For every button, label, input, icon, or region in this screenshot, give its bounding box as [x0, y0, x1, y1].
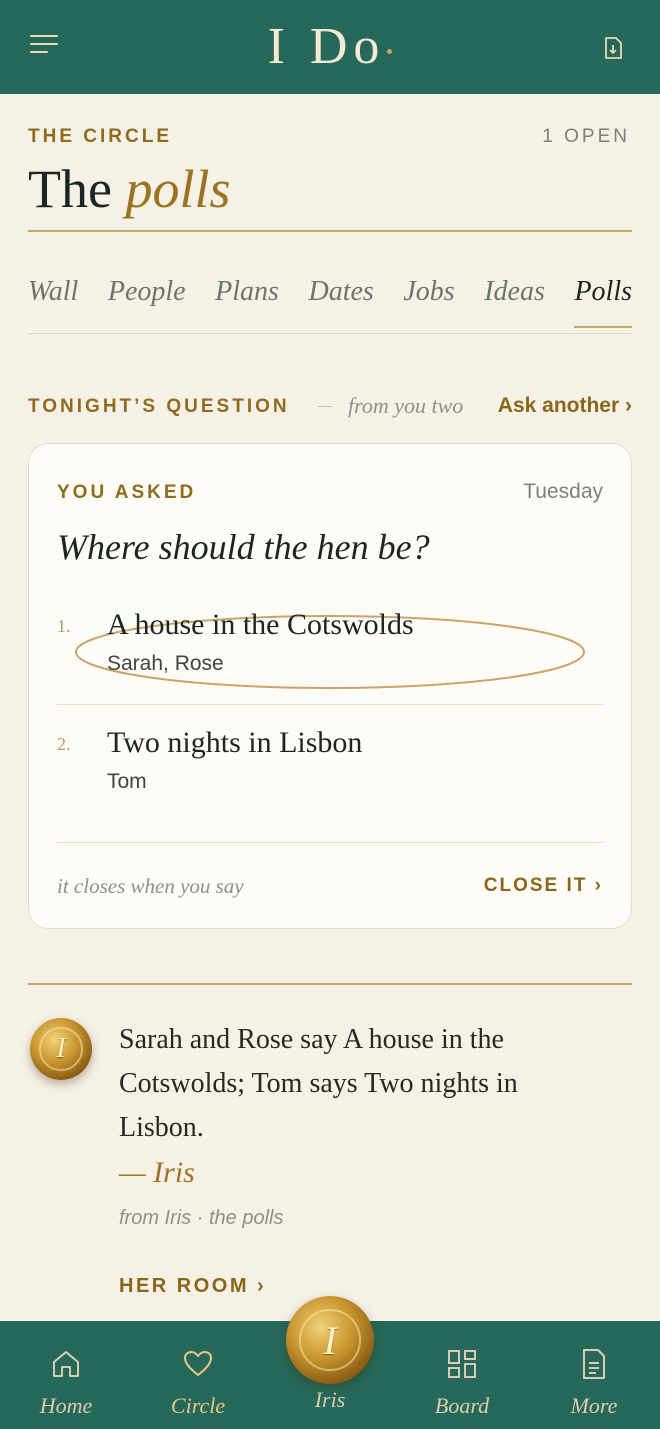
- poll-card: YOU ASKED Tuesday Where should the hen b…: [28, 443, 632, 929]
- document-icon: [583, 1349, 605, 1379]
- tab-ideas[interactable]: Ideas: [484, 276, 545, 328]
- nav-label: Home: [39, 1393, 93, 1418]
- nav-circle[interactable]: Circle: [132, 1321, 264, 1429]
- nav-home[interactable]: Home: [0, 1321, 132, 1429]
- close-poll-button[interactable]: CLOSE IT ›: [484, 875, 603, 897]
- seal-letter: I: [39, 1027, 83, 1071]
- page-title: The polls: [28, 158, 230, 220]
- tab-dates[interactable]: Dates: [308, 276, 373, 328]
- home-icon: [53, 1351, 79, 1377]
- poll-eyebrow: YOU ASKED: [57, 482, 197, 503]
- nav-label: Iris: [314, 1387, 346, 1412]
- wax-seal-icon[interactable]: I: [286, 1296, 374, 1384]
- nav-label: Board: [434, 1393, 490, 1418]
- nav-board[interactable]: Board: [396, 1321, 528, 1429]
- iris-seal-icon: I: [30, 1018, 92, 1080]
- iris-signature: — Iris: [119, 1156, 195, 1189]
- section-eyebrow: THE CIRCLE: [28, 126, 172, 147]
- her-room-link[interactable]: HER ROOM ›: [119, 1275, 266, 1298]
- tab-jobs[interactable]: Jobs: [403, 276, 454, 328]
- seal-letter: I: [299, 1309, 361, 1371]
- question-source: from you two: [348, 393, 464, 418]
- nav-label: Circle: [170, 1393, 226, 1418]
- option-label: A house in the Cotswolds: [107, 608, 414, 641]
- download-icon[interactable]: [602, 36, 624, 60]
- poll-question: Where should the hen be?: [57, 527, 430, 567]
- tab-plans[interactable]: Plans: [215, 276, 279, 328]
- logo-text: I Do: [267, 18, 386, 75]
- option-divider: [57, 704, 603, 705]
- nav-more[interactable]: More: [528, 1321, 660, 1429]
- menu-icon[interactable]: [30, 35, 64, 61]
- tab-bar: Wall People Plans Dates Jobs Ideas Polls: [28, 276, 632, 328]
- separator-dash: [318, 406, 332, 407]
- poll-day: Tuesday: [523, 480, 603, 503]
- grid-icon: [448, 1350, 476, 1378]
- option-label: Two nights in Lisbon: [107, 726, 363, 759]
- option-number: 1.: [57, 616, 71, 636]
- page-title-plain: The: [28, 159, 112, 219]
- tabs-divider: [28, 333, 632, 334]
- nav-label: More: [570, 1393, 618, 1418]
- tonights-question-label: TONIGHT’S QUESTION: [28, 396, 290, 417]
- option-voters: Tom: [107, 770, 147, 793]
- open-count: 1 OPEN: [542, 126, 630, 147]
- iris-note-source: from Iris · the polls: [119, 1207, 284, 1229]
- section-divider: [28, 983, 632, 985]
- tab-polls[interactable]: Polls: [574, 276, 632, 328]
- option-number: 2.: [57, 734, 71, 754]
- option-voters: Sarah, Rose: [107, 652, 224, 675]
- card-footer-divider: [57, 842, 603, 843]
- page-title-accent: polls: [125, 159, 231, 219]
- tab-wall[interactable]: Wall: [28, 276, 78, 328]
- heart-icon: [184, 1351, 212, 1376]
- ask-another-link[interactable]: Ask another ›: [498, 394, 632, 418]
- tab-people[interactable]: People: [108, 276, 186, 328]
- top-bar: I Do: [0, 0, 660, 94]
- header-divider: [28, 230, 632, 232]
- poll-footnote: it closes when you say: [57, 874, 244, 898]
- app-logo: I Do: [268, 21, 393, 73]
- iris-note-text: Sarah and Rose say A house in the Cotswo…: [119, 1024, 518, 1143]
